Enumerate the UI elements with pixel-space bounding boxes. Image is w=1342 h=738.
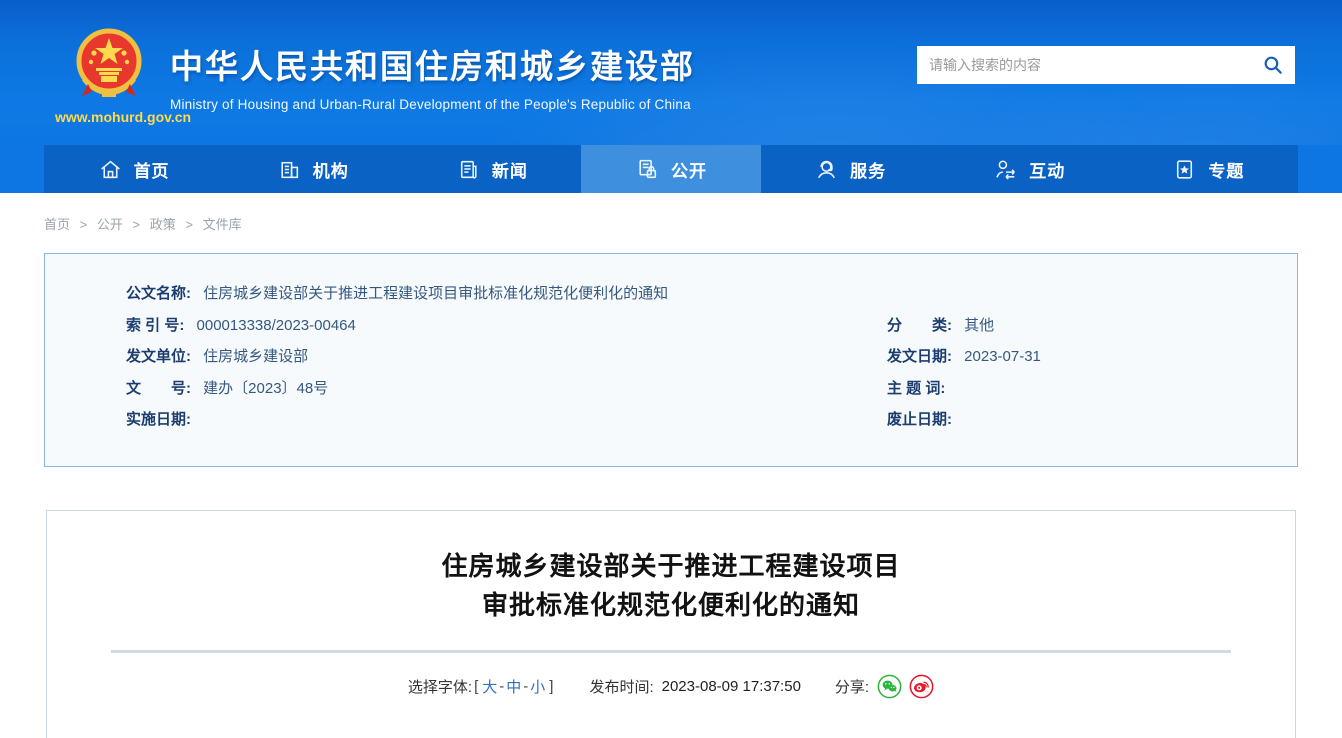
- main-nav: 首页 机构 新闻 公开 服务 互动 专题: [44, 145, 1298, 193]
- meta-column-right: 分 类: 其他 发文日期: 2023-07-31 主 题 词: 废止日期:: [887, 310, 1297, 436]
- site-title-chinese: 中华人民共和国住房和城乡建设部: [170, 48, 695, 85]
- weibo-share-button[interactable]: [909, 674, 934, 699]
- nav-item-topics[interactable]: 专题: [1119, 145, 1298, 193]
- meta-row-index-number: 索 引 号: 000013338/2023-00464: [126, 316, 356, 334]
- page: www.mohurd.gov.cn 中华人民共和国住房和城乡建设部 Minist…: [0, 0, 1342, 738]
- meta-row-doc-name: 公文名称: 住房城乡建设部关于推进工程建设项目审批标准化规范化便利化的通知: [45, 278, 1297, 310]
- article-toolbar: 选择字体: [ 大 - 中 - 小 ] 发布时间: 2023-08-09 17:…: [47, 674, 1295, 699]
- font-size-dash: -: [523, 677, 529, 695]
- breadcrumb-policy[interactable]: 政策: [150, 217, 176, 232]
- home-icon: [100, 160, 120, 178]
- breadcrumb-separator: >: [132, 217, 141, 232]
- disclosure-lock-icon: [639, 159, 657, 178]
- site-header: www.mohurd.gov.cn 中华人民共和国住房和城乡建设部 Minist…: [0, 0, 1342, 145]
- nav-item-services[interactable]: 服务: [761, 145, 940, 193]
- meta-row-implementation-date: 实施日期:: [126, 411, 191, 428]
- search-box: [917, 46, 1295, 84]
- topic-star-icon: [1177, 159, 1193, 179]
- share-icons: [877, 674, 934, 699]
- meta-row-subject-words: 主 题 词:: [887, 379, 946, 397]
- font-size-bracket-open: [: [474, 677, 479, 695]
- china-national-emblem-logo: [74, 24, 144, 109]
- font-size-medium-button[interactable]: 中: [506, 676, 521, 697]
- wechat-icon: [877, 674, 902, 698]
- font-size-small-button[interactable]: 小: [530, 676, 545, 697]
- meta-row-doc-number: 文 号: 建办〔2023〕48号: [126, 379, 329, 397]
- breadcrumb-library[interactable]: 文件库: [203, 217, 242, 232]
- nav-label: 服务: [850, 161, 887, 181]
- meta-row-abolition-date: 废止日期:: [887, 411, 952, 428]
- service-agent-icon: [818, 160, 836, 178]
- site-titles: 中华人民共和国住房和城乡建设部 Ministry of Housing and …: [170, 40, 695, 112]
- font-size-dash: -: [499, 677, 505, 695]
- breadcrumb-separator: >: [79, 217, 88, 232]
- meta-row-category: 分 类: 其他: [887, 316, 995, 334]
- nav-label: 互动: [1029, 161, 1066, 181]
- breadcrumb: 首页 > 公开 > 政策 > 文件库: [44, 214, 1342, 233]
- interaction-icon: [996, 159, 1016, 180]
- nav-item-news[interactable]: 新闻: [402, 145, 581, 193]
- nav-item-organization[interactable]: 机构: [223, 145, 402, 193]
- search-icon: [1264, 56, 1282, 74]
- weibo-icon: [909, 674, 934, 698]
- meta-row-issue-date: 发文日期: 2023-07-31: [887, 348, 1041, 365]
- article-box: 住房城乡建设部关于推进工程建设项目 审批标准化规范化便利化的通知 选择字体: […: [46, 509, 1296, 738]
- nav-label: 专题: [1208, 161, 1245, 181]
- breadcrumb-disclosure[interactable]: 公开: [97, 217, 123, 232]
- nav-label: 机构: [312, 161, 349, 181]
- meta-label: 公文名称:: [126, 285, 191, 302]
- publish-time-label: 发布时间:: [589, 678, 654, 696]
- nav-label: 首页: [133, 161, 170, 181]
- site-title-english: Ministry of Housing and Urban-Rural Deve…: [170, 97, 691, 112]
- nav-label: 新闻: [491, 161, 528, 181]
- nav-item-interaction[interactable]: 互动: [940, 145, 1119, 193]
- nav-row: 首页 机构 新闻 公开 服务 互动 专题: [0, 145, 1342, 193]
- nav-item-disclosure[interactable]: 公开: [581, 145, 761, 193]
- search-input[interactable]: [917, 46, 1251, 84]
- font-size-label: 选择字体:: [407, 678, 473, 696]
- breadcrumb-home[interactable]: 首页: [44, 217, 70, 232]
- article-title: 住房城乡建设部关于推进工程建设项目 审批标准化规范化便利化的通知: [47, 547, 1295, 625]
- news-icon: [460, 160, 477, 179]
- document-meta-box: 公文名称: 住房城乡建设部关于推进工程建设项目审批标准化规范化便利化的通知 索 …: [44, 253, 1298, 467]
- meta-row-issuing-unit: 发文单位: 住房城乡建设部: [126, 348, 309, 365]
- wechat-share-button[interactable]: [877, 674, 902, 699]
- article-title-line1: 住房城乡建设部关于推进工程建设项目: [441, 550, 901, 581]
- font-size-large-button[interactable]: 大: [482, 676, 497, 697]
- breadcrumb-separator: >: [185, 217, 193, 232]
- meta-column-left: 索 引 号: 000013338/2023-00464 发文单位: 住房城乡建设…: [45, 310, 887, 436]
- meta-value: 住房城乡建设部关于推进工程建设项目审批标准化规范化便利化的通知: [203, 285, 669, 302]
- nav-label: 公开: [670, 161, 707, 181]
- share-label: 分享:: [834, 678, 870, 696]
- font-size-bracket-close: ]: [549, 677, 554, 695]
- organization-icon: [281, 161, 298, 178]
- publish-time-value: 2023-08-09 17:37:50: [661, 677, 801, 695]
- search-button[interactable]: [1251, 46, 1295, 84]
- title-divider: [111, 649, 1231, 653]
- article-title-line2: 审批标准化规范化便利化的通知: [481, 589, 860, 620]
- nav-item-home[interactable]: 首页: [44, 145, 223, 193]
